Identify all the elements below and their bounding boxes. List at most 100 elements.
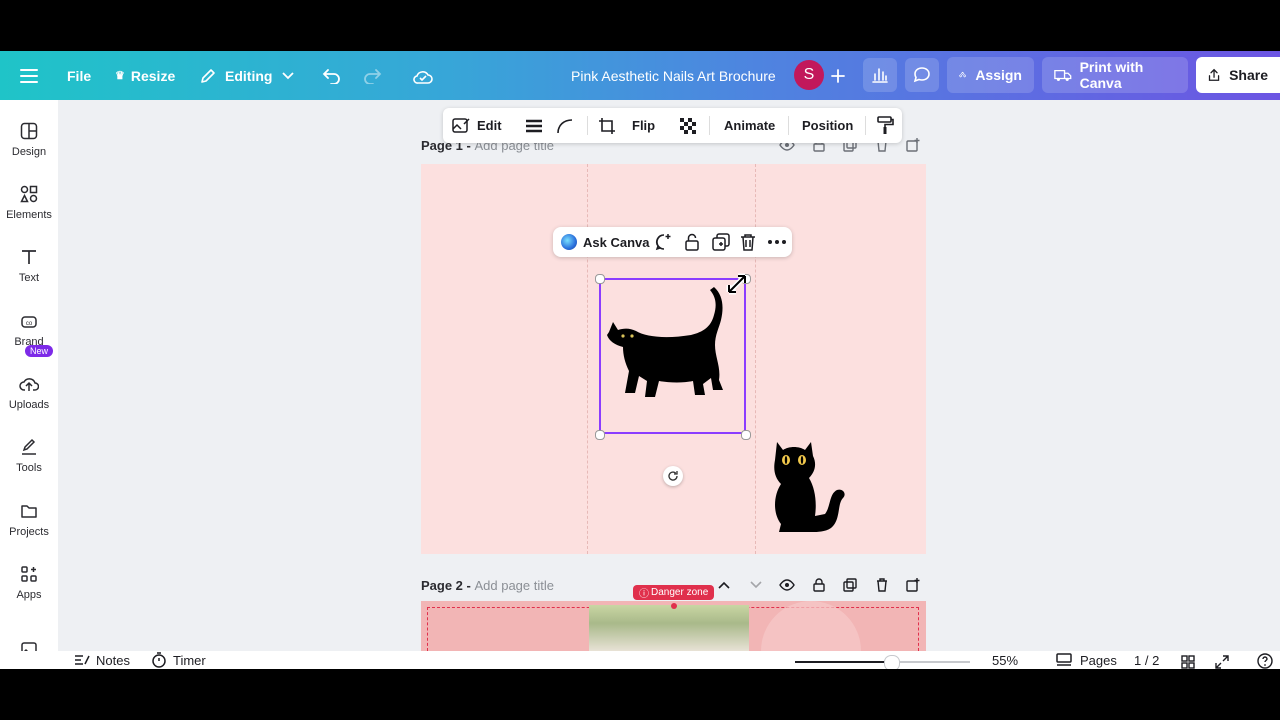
zoom-slider-thumb[interactable] — [884, 655, 900, 669]
text-t-icon — [22, 250, 36, 264]
zoom-slider-track[interactable] — [795, 655, 970, 669]
comment-add-icon[interactable] — [655, 227, 673, 257]
resize-handle[interactable] — [595, 274, 605, 284]
guide-line — [755, 164, 756, 554]
selected-cat-image[interactable] — [599, 278, 746, 434]
position-button[interactable]: Position — [802, 108, 853, 143]
notes-button[interactable]: Notes — [74, 648, 130, 669]
comment-icon[interactable] — [905, 58, 939, 92]
crown-icon: ♛ — [115, 70, 125, 82]
element-toolbar: Ask Canva — [553, 227, 792, 257]
insights-chart-icon[interactable] — [863, 58, 897, 92]
share-button[interactable]: Share — [1196, 57, 1280, 93]
top-bar: File ♛ Resize Editing Pink Aesthetic Nai… — [0, 51, 1280, 100]
canva-assistant-icon — [561, 234, 577, 250]
help-icon[interactable] — [1257, 653, 1273, 669]
print-with-canva-button[interactable]: Print with Canva — [1042, 57, 1188, 93]
bottom-bar: Notes Timer 55% Pages 1 / 2 — [0, 651, 1280, 669]
zoom-slider-fill — [795, 661, 891, 663]
transparency-checker-icon[interactable] — [679, 108, 697, 143]
sidebar-item-label: Text — [18, 272, 40, 284]
lock-icon[interactable] — [812, 578, 826, 592]
share-label: Share — [1229, 67, 1268, 83]
rotate-icon — [668, 471, 678, 481]
sidebar-item-apps[interactable]: Apps — [0, 565, 58, 601]
divider — [788, 116, 789, 135]
chevron-down-icon[interactable] — [750, 581, 762, 589]
more-options-icon[interactable] — [768, 227, 786, 257]
resize-handle[interactable] — [595, 430, 605, 440]
sidebar-item-design[interactable]: Design — [0, 122, 58, 158]
undo-icon[interactable] — [322, 51, 342, 100]
edit-label: Edit — [477, 118, 502, 133]
duplicate-page-icon[interactable] — [843, 578, 857, 592]
cloud-saved-icon[interactable] — [412, 51, 434, 100]
ask-canva-label: Ask Canva — [583, 234, 650, 250]
delete-icon[interactable] — [740, 227, 756, 257]
danger-zone-badge: ⓘ Danger zone — [633, 585, 715, 600]
resize-handle[interactable] — [741, 430, 751, 440]
chevron-up-icon[interactable] — [718, 581, 730, 589]
ask-canva-button[interactable]: Ask Canva — [561, 227, 649, 257]
divider — [865, 116, 866, 135]
rotate-handle[interactable] — [663, 466, 683, 486]
page-2-canvas[interactable] — [421, 601, 926, 651]
pages-button[interactable]: Pages — [1056, 648, 1117, 669]
trash-icon[interactable] — [875, 578, 889, 592]
flip-button[interactable]: Flip — [632, 108, 655, 143]
avatar[interactable]: S — [794, 60, 824, 90]
timer-button[interactable]: Timer — [151, 648, 206, 669]
fullscreen-icon[interactable] — [1215, 655, 1229, 669]
unlock-icon[interactable] — [684, 227, 700, 257]
animate-button[interactable]: Animate — [724, 108, 775, 143]
document-title[interactable]: Pink Aesthetic Nails Art Brochure — [571, 51, 776, 100]
hamburger-icon[interactable] — [20, 51, 38, 100]
page-2-title-placeholder[interactable]: Add page title — [474, 578, 554, 593]
danger-zone-marker — [671, 603, 677, 609]
resize-button[interactable]: ♛ Resize — [115, 51, 175, 100]
add-page-icon[interactable] — [906, 138, 920, 152]
image-edit-icon — [452, 117, 470, 133]
sidebar-item-text[interactable]: Text — [0, 248, 58, 284]
editing-mode-button[interactable]: Editing — [199, 51, 295, 100]
design-layout-icon — [20, 122, 38, 140]
pages-label: Pages — [1080, 652, 1117, 668]
eye-hide-icon[interactable] — [779, 579, 795, 591]
sidebar-item-label: Elements — [6, 209, 52, 221]
stopwatch-icon — [152, 652, 166, 668]
corner-rounding-icon[interactable] — [556, 108, 574, 143]
apps-grid-icon — [21, 566, 37, 582]
page-2-title[interactable]: Page 2 - Add page title — [421, 578, 554, 593]
grid-view-icon[interactable] — [1181, 655, 1195, 669]
sidebar-item-uploads[interactable]: Uploads — [0, 375, 58, 411]
crop-icon[interactable] — [598, 108, 616, 143]
notes-icon — [75, 655, 90, 665]
redo-icon[interactable] — [362, 51, 382, 100]
assign-button[interactable]: Assign — [947, 57, 1034, 93]
elements-shapes-icon — [20, 185, 38, 203]
page-counter: 1 / 2 — [1134, 652, 1160, 668]
page-1-canvas[interactable] — [421, 164, 926, 554]
divider — [709, 116, 710, 135]
sidebar-item-projects[interactable]: Projects — [0, 502, 58, 538]
sidebar-item-elements[interactable]: Elements — [0, 185, 58, 221]
edit-image-button[interactable]: Edit — [452, 108, 502, 143]
guide-line — [587, 164, 588, 554]
paint-roller-icon[interactable] — [876, 108, 894, 143]
sidebar-item-tools[interactable]: Tools — [0, 438, 58, 474]
danger-zone-label: Danger zone — [651, 587, 709, 598]
file-menu[interactable]: File — [67, 51, 91, 100]
folder-icon — [21, 505, 37, 518]
add-collaborator-icon[interactable] — [830, 51, 846, 100]
border-style-icon[interactable] — [525, 108, 543, 143]
sidebar-item-brand[interactable]: co Brand — [0, 312, 58, 348]
pages-icon — [1056, 653, 1072, 666]
sidebar-item-label: Design — [11, 146, 47, 158]
svg-text:co: co — [26, 321, 33, 327]
duplicate-icon[interactable] — [712, 227, 730, 257]
zoom-level[interactable]: 55% — [992, 648, 1018, 669]
draw-pen-icon — [22, 438, 36, 455]
brand-icon: co — [21, 316, 37, 328]
sitting-cat-illustration[interactable] — [765, 432, 855, 548]
add-page-icon[interactable] — [906, 578, 920, 592]
